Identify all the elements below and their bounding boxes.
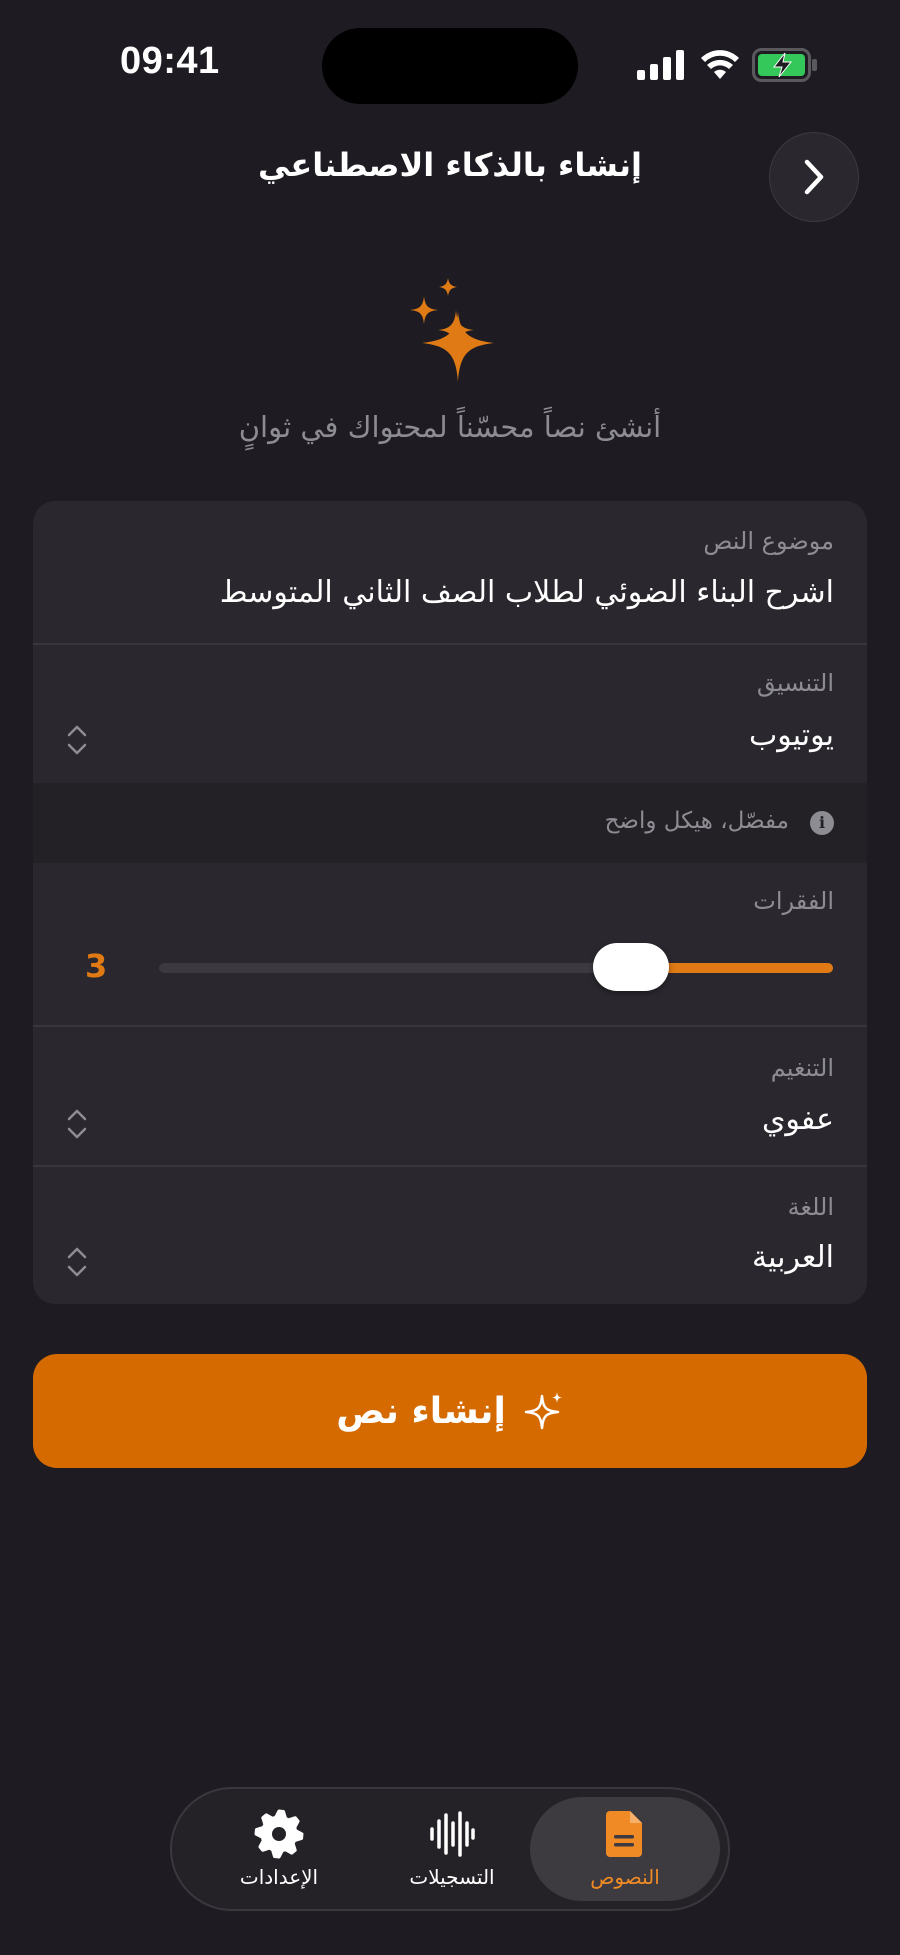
chevron-up-down-icon bbox=[67, 1109, 87, 1139]
tab-settings[interactable]: الإعدادات bbox=[184, 1797, 374, 1901]
tab-recordings[interactable]: التسجيلات bbox=[357, 1797, 547, 1901]
gear-icon bbox=[254, 1809, 304, 1859]
sparkles-icon bbox=[410, 278, 494, 382]
format-value: يوتيوب bbox=[749, 718, 834, 753]
format-hint: i مفصّل، هيكل واضح bbox=[33, 783, 867, 863]
dynamic-island bbox=[322, 28, 578, 104]
wifi-icon bbox=[701, 50, 739, 79]
language-label: اللغة bbox=[787, 1193, 834, 1221]
language-value: العربية bbox=[752, 1240, 834, 1275]
tone-picker[interactable]: التنغيم عفوي bbox=[33, 1026, 867, 1165]
form-card: موضوع النص اشرح البناء الضوئي لطلاب الصف… bbox=[33, 501, 867, 1304]
tab-label: التسجيلات bbox=[409, 1865, 495, 1889]
format-hint-text: مفصّل، هيكل واضح bbox=[604, 808, 789, 834]
document-icon bbox=[606, 1811, 642, 1857]
paragraphs-field: الفقرات bbox=[33, 863, 867, 1025]
tone-label: التنغيم bbox=[770, 1054, 834, 1082]
slider-thumb[interactable] bbox=[593, 943, 669, 991]
waveform-icon bbox=[430, 1811, 475, 1857]
paragraphs-value: 3 bbox=[85, 947, 108, 985]
battery-charging-icon bbox=[752, 48, 817, 82]
generate-button[interactable]: إنشاء نص bbox=[33, 1354, 867, 1468]
cellular-signal-icon bbox=[637, 50, 684, 80]
paragraphs-label: الفقرات bbox=[753, 887, 834, 915]
chevron-up-down-icon bbox=[67, 725, 87, 755]
generate-button-label: إنشاء نص bbox=[336, 1390, 506, 1432]
chevron-right-icon bbox=[804, 159, 824, 195]
info-icon: i bbox=[810, 811, 834, 835]
language-picker[interactable]: اللغة العربية bbox=[33, 1166, 867, 1304]
sparkles-icon bbox=[524, 1392, 562, 1430]
status-time: 09:41 bbox=[120, 40, 220, 82]
paragraphs-slider[interactable] bbox=[159, 943, 833, 991]
topic-label: موضوع النص bbox=[703, 527, 834, 555]
tab-label: الإعدادات bbox=[239, 1865, 319, 1889]
tab-label: النصوص bbox=[590, 1865, 660, 1889]
topic-input[interactable]: اشرح البناء الضوئي لطلاب الصف الثاني الم… bbox=[220, 575, 834, 610]
back-button[interactable] bbox=[769, 132, 859, 222]
format-picker[interactable]: التنسيق يوتيوب bbox=[33, 644, 867, 783]
chevron-up-down-icon bbox=[67, 1247, 87, 1277]
tab-bar: النصوص التسجيلات الإعدادات bbox=[170, 1787, 730, 1911]
tab-scripts[interactable]: النصوص bbox=[530, 1797, 720, 1901]
hero-subtitle: أنشئ نصاً محسّناً لمحتواك في ثوانٍ bbox=[238, 410, 662, 444]
topic-field[interactable]: موضوع النص اشرح البناء الضوئي لطلاب الصف… bbox=[33, 501, 867, 643]
tone-value: عفوي bbox=[761, 1102, 834, 1137]
page-title: إنشاء بالذكاء الاصطناعي bbox=[258, 146, 642, 184]
format-label: التنسيق bbox=[756, 669, 834, 697]
